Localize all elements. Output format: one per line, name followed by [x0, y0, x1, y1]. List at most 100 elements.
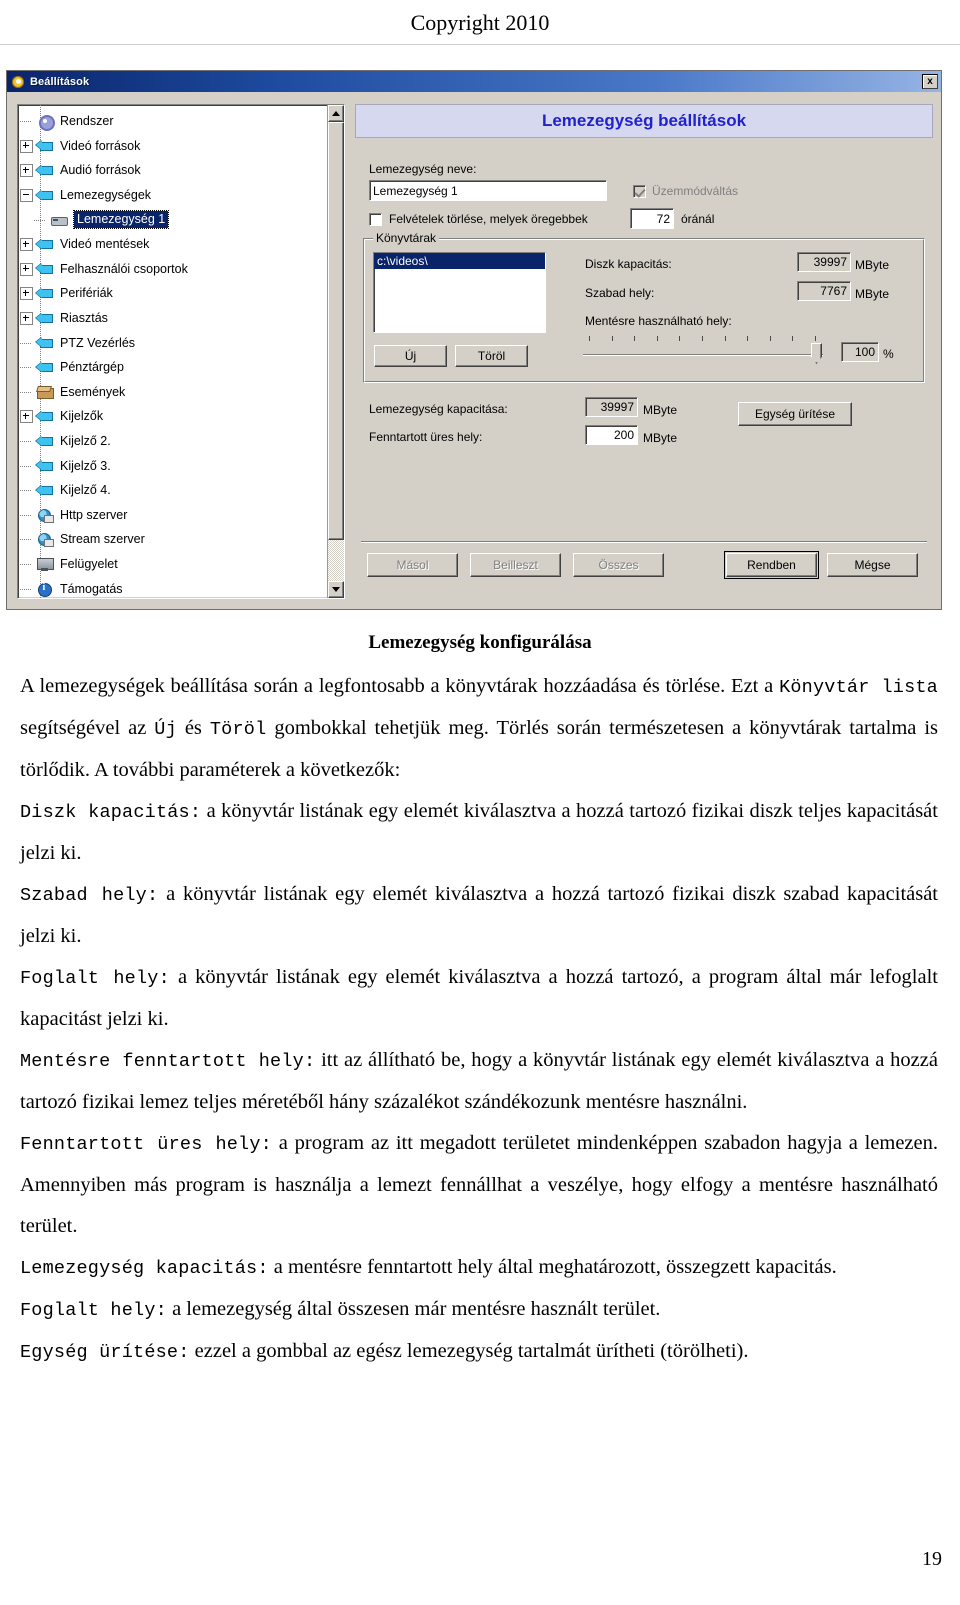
expand-icon[interactable]: [18, 285, 34, 301]
delete-older-hours-input[interactable]: 72: [630, 208, 674, 229]
slider-tick: [679, 336, 681, 341]
copy-button[interactable]: Másol: [367, 553, 458, 577]
scrollbar-thumb[interactable]: [328, 122, 344, 540]
expand-icon[interactable]: [18, 310, 34, 326]
slider-tick: [589, 336, 590, 341]
slider-tick: [634, 336, 636, 341]
intro-mono-uj: Új: [154, 719, 177, 740]
tree-item-kijelz-3[interactable]: Kijelző 3.: [18, 453, 327, 478]
term-foglalt-hely: Foglalt hely:: [20, 968, 170, 989]
expand-icon[interactable]: [18, 236, 34, 252]
delete-older-checkbox[interactable]: [369, 212, 382, 226]
new-directory-button[interactable]: Új: [374, 345, 447, 367]
percent-unit-label: %: [883, 347, 894, 361]
arrow-left-icon: [36, 458, 54, 474]
close-icon[interactable]: x: [922, 74, 938, 89]
tree-item-audi-forr-sok[interactable]: Audió források: [18, 158, 327, 183]
delete-directory-button[interactable]: Töröl: [455, 345, 528, 367]
slider-tick: [611, 336, 613, 341]
ok-button[interactable]: Rendben: [724, 551, 819, 579]
tree-item-label: Kijelző 4.: [60, 483, 111, 498]
cancel-button[interactable]: Mégse: [827, 553, 918, 577]
tree-item-vide-forr-sok[interactable]: Videó források: [18, 134, 327, 159]
scroll-up-button[interactable]: [328, 105, 344, 122]
scroll-down-button[interactable]: [328, 581, 344, 598]
tree-item-esem-nyek[interactable]: Események: [18, 380, 327, 405]
delete-older-label: Felvételek törlése, melyek öregebbek: [389, 212, 588, 226]
tree-item-felhaszn-l-i-csoportok[interactable]: Felhasználói csoportok: [18, 257, 327, 282]
box-icon: [36, 384, 54, 400]
tree-item-riaszt-s[interactable]: Riasztás: [18, 306, 327, 331]
delete-older-checkbox-row[interactable]: Felvételek törlése, melyek öregebbek: [369, 212, 588, 226]
arrow-left-icon: [36, 359, 54, 375]
settings-dialog-screenshot: Beállítások x Rendszer Videó források Audi…: [6, 70, 942, 610]
tree-item-kijelz-2[interactable]: Kijelző 2.: [18, 429, 327, 454]
slider-thumb[interactable]: [811, 343, 822, 364]
mode-switch-checkbox[interactable]: [633, 184, 646, 198]
paragraph-used-space: Foglalt hely: a könyvtár listának egy el…: [20, 957, 938, 1040]
header-divider: [0, 44, 960, 45]
tree-item-ptz-vez-rl-s[interactable]: PTZ Vezérlés: [18, 330, 327, 355]
expand-icon[interactable]: [18, 162, 34, 178]
arrow-left-icon: [36, 285, 54, 301]
slider-tick: [702, 336, 703, 341]
usable-space-slider[interactable]: [583, 336, 823, 366]
info-icon: [36, 581, 54, 597]
list-item[interactable]: c:\videos\: [374, 253, 545, 269]
reserved-free-input[interactable]: 200: [585, 425, 638, 445]
expand-icon[interactable]: [18, 138, 34, 154]
tree-item-label: PTZ Vezérlés: [60, 335, 136, 350]
mode-switch-label: Üzemmódváltás: [652, 184, 739, 198]
desc-egyseg-uritese: ezzel a gombbal az egész lemezegység tar…: [189, 1340, 749, 1362]
tree-item-perif-ri-k[interactable]: Perifériák: [18, 281, 327, 306]
gear-icon: [36, 113, 55, 132]
tree-item-http-szerver[interactable]: Http szerver: [18, 503, 327, 528]
term-disk-kapacitas: Diszk kapacitás:: [20, 802, 202, 823]
tree-item-stream-szerver[interactable]: Stream szerver: [18, 527, 327, 552]
term-lemezegyseg-kapacitas: Lemezegység kapacitás:: [20, 1258, 269, 1279]
footer-divider: [361, 541, 927, 543]
tree-item-t-mogat-s[interactable]: Támogatás: [18, 576, 327, 598]
arrow-left-icon: [36, 335, 54, 351]
expand-icon[interactable]: [18, 408, 34, 424]
mode-switch-checkbox-row[interactable]: Üzemmódváltás: [633, 184, 738, 198]
tree-item-label: Rendszer: [60, 114, 114, 129]
empty-drive-button[interactable]: Egység ürítése: [738, 402, 852, 426]
tree-item-p-nzt-rg-p[interactable]: Pénztárgép: [18, 355, 327, 380]
tree-item-rendszer[interactable]: Rendszer: [18, 109, 327, 134]
paste-button[interactable]: Beilleszt: [470, 553, 561, 577]
disk-capacity-unit: MByte: [855, 258, 890, 272]
tree-scrollbar[interactable]: [327, 105, 344, 598]
directories-listbox[interactable]: c:\videos\: [373, 252, 546, 333]
expand-icon[interactable]: [18, 261, 34, 277]
usable-space-percent-value[interactable]: 100: [841, 342, 879, 362]
tree-item-fel-gyelet[interactable]: Felügyelet: [18, 552, 327, 577]
tree-connector: [18, 433, 34, 449]
term-foglalt-hely-2: Foglalt hely:: [20, 1300, 167, 1321]
tree-item-label: Perifériák: [60, 286, 113, 301]
tree-item-label: Videó források: [60, 138, 141, 153]
tree-connector: [32, 212, 48, 228]
tree-item-label: Audió források: [60, 163, 141, 178]
tree-item-kijelz-k[interactable]: Kijelzők: [18, 404, 327, 429]
slider-tick: [769, 336, 771, 341]
drive-capacity-unit: MByte: [643, 403, 678, 417]
paragraph-reserved-for-save: Mentésre fenntartott hely: itt az állíth…: [20, 1040, 938, 1123]
slider-rail[interactable]: [583, 354, 823, 356]
free-space-label: Szabad hely:: [585, 286, 655, 300]
tree-item-lemezegys-g-1[interactable]: Lemezegység 1: [18, 207, 327, 232]
tree-item-kijelz-4[interactable]: Kijelző 4.: [18, 478, 327, 503]
paragraph-intro: A lemezegységek beállítása során a legfo…: [20, 666, 938, 791]
settings-tree[interactable]: Rendszer Videó források Audió források Leme…: [18, 105, 327, 598]
slider-tick: [815, 336, 816, 341]
slider-tick: [656, 336, 658, 341]
slider-tick: [747, 336, 749, 341]
tree-item-lemezegys-gek[interactable]: Lemezegységek: [18, 183, 327, 208]
scrollbar-track[interactable]: [328, 122, 344, 581]
slider-ticks: [583, 336, 823, 343]
tree-item-vide-ment-sek[interactable]: Videó mentések: [18, 232, 327, 257]
all-button[interactable]: Összes: [573, 553, 664, 577]
collapse-icon[interactable]: [18, 187, 34, 203]
intro-mono-torol: Töröl: [209, 719, 267, 740]
drive-name-input[interactable]: Lemezegység 1: [369, 180, 607, 201]
